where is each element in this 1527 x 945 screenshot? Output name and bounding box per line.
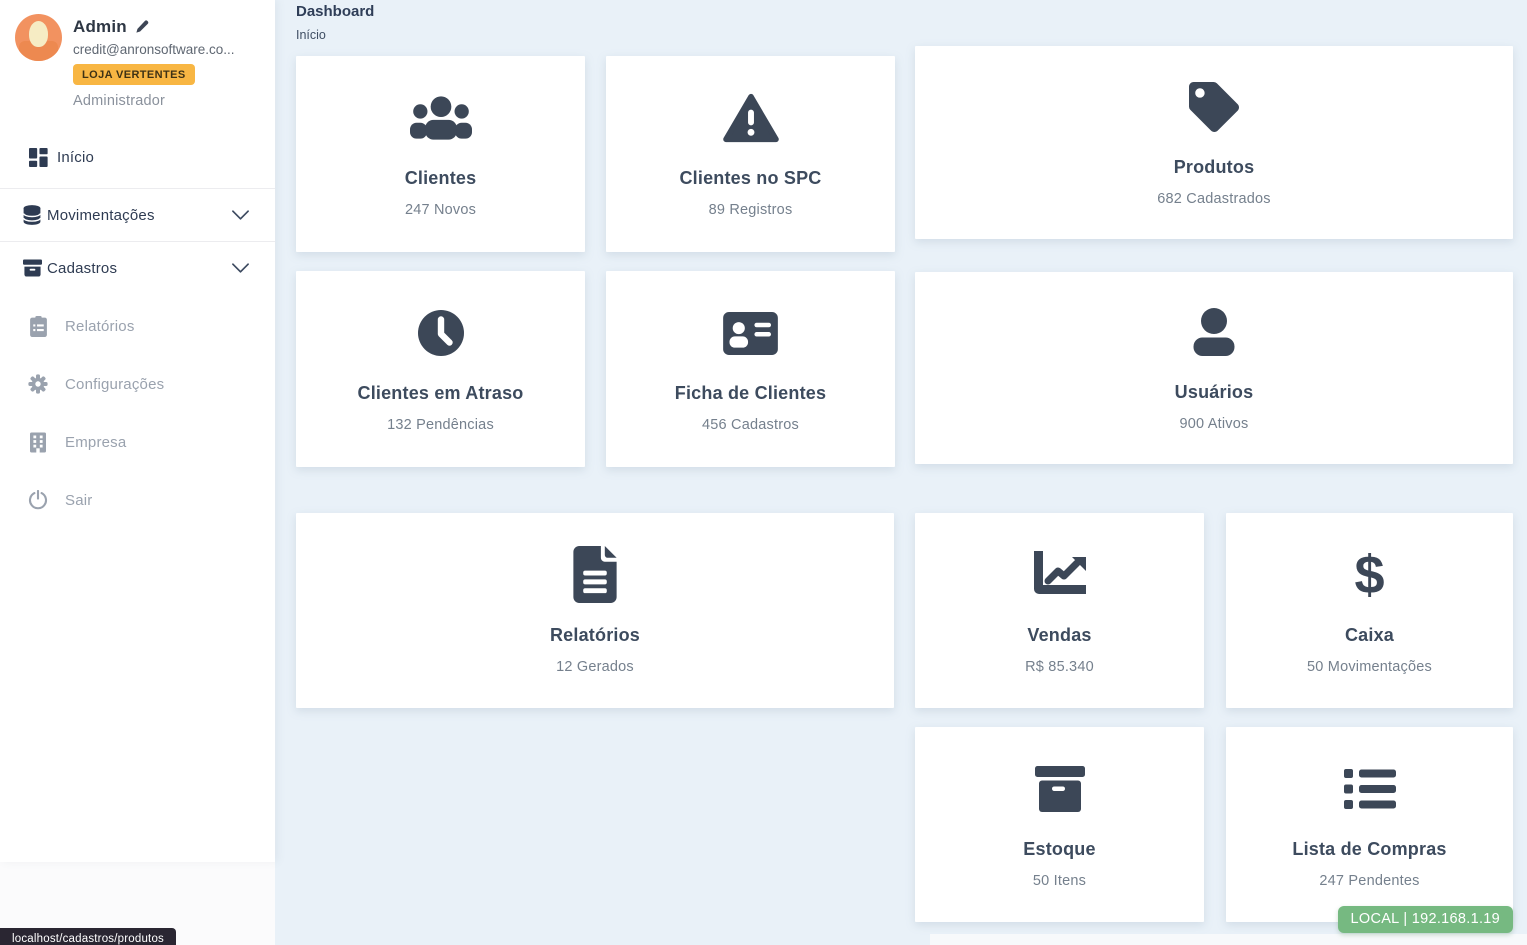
card-vendas[interactable]: Vendas R$ 85.340 <box>915 513 1204 708</box>
card-subtitle: R$ 85.340 <box>1025 659 1094 675</box>
card-subtitle: 89 Registros <box>709 202 793 218</box>
breadcrumb: Início <box>275 20 1527 42</box>
list-icon <box>1344 761 1396 817</box>
bottom-strip <box>930 934 1527 945</box>
sidebar-item-label: Sair <box>65 492 92 509</box>
sidebar-item-cadastros[interactable]: Cadastros <box>0 241 275 294</box>
sidebar-item-label: Movimentações <box>47 207 155 224</box>
dollar-icon: $ <box>1354 547 1384 603</box>
card-title: Estoque <box>1023 839 1095 860</box>
user-icon <box>1192 304 1236 360</box>
card-subtitle: 132 Pendências <box>387 417 494 433</box>
card-title: Ficha de Clientes <box>675 383 826 404</box>
sidebar-item-movimentacoes[interactable]: Movimentações <box>0 188 275 241</box>
card-subtitle: 50 Movimentações <box>1307 659 1432 675</box>
building-icon <box>28 432 48 452</box>
sidebar-item-relatorios[interactable]: Relatórios <box>0 297 275 355</box>
card-subtitle: 456 Cadastros <box>702 417 799 433</box>
sidebar-item-label: Cadastros <box>47 260 117 277</box>
sidebar-item-label: Relatórios <box>65 318 135 335</box>
card-title: Vendas <box>1027 625 1091 646</box>
card-estoque[interactable]: Estoque 50 Itens <box>915 727 1204 922</box>
card-title: Clientes no SPC <box>679 168 821 189</box>
card-relatorios[interactable]: Relatórios 12 Gerados <box>296 513 894 708</box>
card-clientes[interactable]: Clientes 247 Novos <box>296 56 585 252</box>
sidebar-nav: Início Movimentações <box>0 133 275 529</box>
card-title: Caixa <box>1345 625 1394 646</box>
id-card-icon <box>723 305 778 361</box>
document-icon <box>573 547 617 603</box>
app-window: Admin credit@anronsoftware.co... LOJA VE… <box>0 0 1527 945</box>
card-usuarios[interactable]: Usuários 900 Ativos <box>915 272 1513 464</box>
card-lista-de-compras[interactable]: Lista de Compras 247 Pendentes <box>1226 727 1513 922</box>
card-ficha-de-clientes[interactable]: Ficha de Clientes 456 Cadastros <box>606 271 895 467</box>
power-icon <box>28 490 48 510</box>
chart-line-icon <box>1034 547 1086 603</box>
sidebar-item-empresa[interactable]: Empresa <box>0 413 275 471</box>
sidebar-item-label: Configurações <box>65 376 164 393</box>
card-caixa[interactable]: $ Caixa 50 Movimentações <box>1226 513 1513 708</box>
box-icon <box>1035 761 1085 817</box>
grid-icon <box>28 147 48 167</box>
store-badge: LOJA VERTENTES <box>73 64 195 85</box>
card-subtitle: 900 Ativos <box>1180 416 1249 432</box>
database-icon <box>22 205 42 225</box>
card-title: Relatórios <box>550 625 640 646</box>
card-subtitle: 247 Pendentes <box>1319 873 1419 889</box>
warning-triangle-icon <box>723 90 779 146</box>
sidebar-item-label: Início <box>57 149 94 166</box>
environment-badge: LOCAL | 192.168.1.19 <box>1338 906 1514 933</box>
clipboard-list-icon <box>28 316 48 336</box>
sidebar-item-inicio[interactable]: Início <box>0 133 275 181</box>
profile-name: Admin <box>73 17 127 37</box>
card-title: Produtos <box>1174 157 1255 178</box>
chevron-down-icon <box>231 209 250 221</box>
main-content: Dashboard Início Clientes 247 Novos <box>275 0 1527 945</box>
card-subtitle: 50 Itens <box>1033 873 1086 889</box>
tag-icon <box>1189 79 1239 135</box>
card-title: Lista de Compras <box>1292 839 1446 860</box>
card-subtitle: 12 Gerados <box>556 659 634 675</box>
chevron-down-icon <box>231 262 250 274</box>
link-preview-tooltip: localhost/cadastros/produtos <box>0 928 176 945</box>
card-subtitle: 682 Cadastrados <box>1157 191 1270 207</box>
sidebar: Admin credit@anronsoftware.co... LOJA VE… <box>0 0 275 862</box>
clock-icon <box>417 305 465 361</box>
card-produtos[interactable]: Produtos 682 Cadastrados <box>915 46 1513 239</box>
card-subtitle: 247 Novos <box>405 202 476 218</box>
page-title: Dashboard <box>275 0 1527 20</box>
card-clientes-em-atraso[interactable]: Clientes em Atraso 132 Pendências <box>296 271 585 467</box>
users-icon <box>410 90 472 146</box>
sidebar-item-label: Empresa <box>65 434 126 451</box>
avatar <box>15 14 62 61</box>
profile-role: Administrador <box>73 93 261 109</box>
card-clientes-spc[interactable]: Clientes no SPC 89 Registros <box>606 56 895 252</box>
profile-section: Admin credit@anronsoftware.co... LOJA VE… <box>0 0 275 119</box>
sidebar-item-sair[interactable]: Sair <box>0 471 275 529</box>
card-title: Usuários <box>1175 382 1254 403</box>
card-title: Clientes em Atraso <box>358 383 524 404</box>
gear-icon <box>28 374 48 394</box>
sidebar-item-configuracoes[interactable]: Configurações <box>0 355 275 413</box>
card-title: Clientes <box>405 168 477 189</box>
profile-email: credit@anronsoftware.co... <box>73 42 261 57</box>
edit-profile-icon[interactable] <box>135 20 149 34</box>
archive-icon <box>22 258 42 278</box>
